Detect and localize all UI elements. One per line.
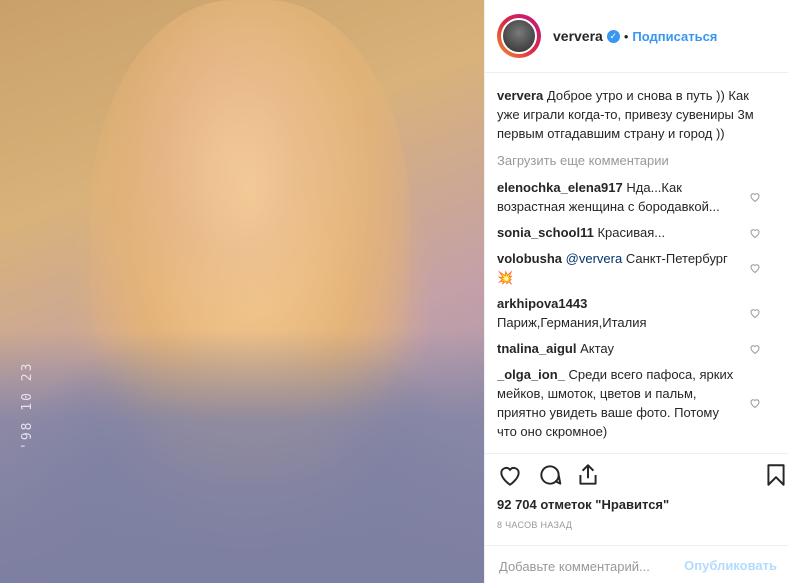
- post-header: ververa ✓ • Подписаться: [485, 0, 788, 73]
- post-view: '98 10 23 ververa ✓ • Подписаться verver…: [0, 0, 788, 583]
- likes-count[interactable]: 92 704 отметок "Нравится": [497, 497, 669, 512]
- verified-badge-icon: ✓: [606, 29, 620, 43]
- share-icon[interactable]: [575, 462, 601, 488]
- comment-text: Красивая...: [597, 225, 666, 240]
- heart-icon[interactable]: [749, 397, 761, 409]
- comments-list[interactable]: ververa Доброе утро и снова в путь )) Ка…: [497, 86, 763, 450]
- heart-icon[interactable]: [749, 343, 761, 355]
- heart-icon[interactable]: [749, 307, 761, 319]
- caption-username[interactable]: ververa: [497, 88, 543, 103]
- comment-username[interactable]: arkhipova1443: [497, 296, 587, 311]
- post-actions-bar: [485, 453, 788, 494]
- heart-icon[interactable]: [749, 227, 761, 239]
- load-more-comments-button[interactable]: Загрузить еще комментарии: [497, 151, 763, 170]
- comment-row: tnalina_aigul Актау: [497, 339, 763, 358]
- comment-username[interactable]: elenochka_elena917: [497, 180, 623, 195]
- comment-icon[interactable]: [537, 462, 563, 488]
- comment-text: Париж,Германия,Италия: [497, 315, 647, 330]
- comment-username[interactable]: volobusha: [497, 251, 562, 266]
- follow-button[interactable]: Подписаться: [632, 29, 717, 44]
- heart-icon[interactable]: [749, 262, 761, 274]
- heart-icon[interactable]: [749, 191, 761, 203]
- comment-text: Актау: [580, 341, 614, 356]
- photo-date-stamp: '98 10 23: [20, 361, 35, 450]
- bookmark-icon[interactable]: [763, 462, 788, 488]
- photo-sweater: [0, 330, 484, 583]
- separator-dot: •: [623, 28, 629, 44]
- comment-row: sonia_school11 Красивая...: [497, 223, 763, 242]
- post-side-panel: ververa ✓ • Подписаться ververa Доброе у…: [484, 0, 788, 583]
- publish-button[interactable]: Опубликовать: [684, 558, 777, 573]
- avatar-image: [501, 18, 537, 54]
- post-username[interactable]: ververa: [553, 28, 603, 44]
- comment-row: elenochka_elena917 Нда...Как возрастная …: [497, 178, 763, 216]
- comment-row: _olga_ion_ Среди всего пафоса, ярких мей…: [497, 365, 763, 441]
- heart-icon[interactable]: [497, 462, 523, 488]
- comment-row: arkhipova1443 Париж,Германия,Италия: [497, 294, 763, 332]
- comment-username[interactable]: tnalina_aigul: [497, 341, 576, 356]
- comment-mention[interactable]: @ververa: [566, 251, 623, 266]
- add-comment-bar: Опубликовать: [485, 545, 788, 584]
- post-caption: ververa Доброе утро и снова в путь )) Ка…: [497, 86, 763, 143]
- avatar[interactable]: [497, 14, 541, 58]
- comment-username[interactable]: _olga_ion_: [497, 367, 565, 382]
- post-timestamp[interactable]: 8 ЧАСОВ НАЗАД: [497, 520, 572, 530]
- post-photo[interactable]: '98 10 23: [0, 0, 484, 583]
- comment-row: volobusha @ververa Санкт-Петербург 💥: [497, 249, 763, 287]
- comment-username[interactable]: sonia_school11: [497, 225, 594, 240]
